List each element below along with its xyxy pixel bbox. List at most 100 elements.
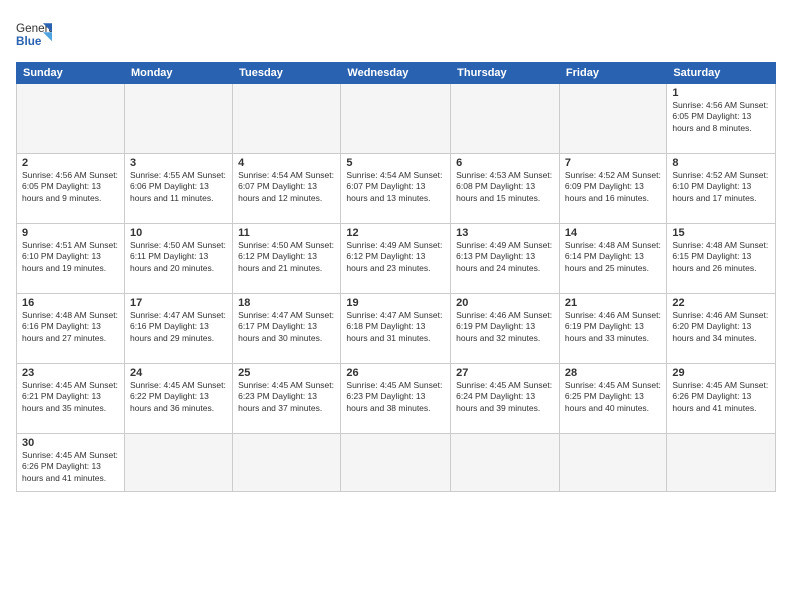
day-number: 14 <box>565 227 661 239</box>
calendar-cell: 15Sunrise: 4:48 AM Sunset: 6:15 PM Dayli… <box>667 224 776 294</box>
day-number: 9 <box>22 227 119 239</box>
calendar-cell: 27Sunrise: 4:45 AM Sunset: 6:24 PM Dayli… <box>451 364 560 434</box>
calendar-cell: 20Sunrise: 4:46 AM Sunset: 6:19 PM Dayli… <box>451 294 560 364</box>
calendar-cell <box>233 84 341 154</box>
day-info: Sunrise: 4:50 AM Sunset: 6:12 PM Dayligh… <box>238 240 335 274</box>
calendar-cell: 1Sunrise: 4:56 AM Sunset: 6:05 PM Daylig… <box>667 84 776 154</box>
day-number: 5 <box>346 157 445 169</box>
day-info: Sunrise: 4:47 AM Sunset: 6:17 PM Dayligh… <box>238 310 335 344</box>
weekday-header-tuesday: Tuesday <box>233 63 341 84</box>
calendar-cell: 26Sunrise: 4:45 AM Sunset: 6:23 PM Dayli… <box>341 364 451 434</box>
logo: General Blue <box>16 16 52 52</box>
day-number: 10 <box>130 227 227 239</box>
day-info: Sunrise: 4:45 AM Sunset: 6:23 PM Dayligh… <box>346 380 445 414</box>
day-info: Sunrise: 4:53 AM Sunset: 6:08 PM Dayligh… <box>456 170 554 204</box>
day-info: Sunrise: 4:45 AM Sunset: 6:26 PM Dayligh… <box>672 380 770 414</box>
calendar-cell: 29Sunrise: 4:45 AM Sunset: 6:26 PM Dayli… <box>667 364 776 434</box>
calendar-cell <box>341 434 451 492</box>
day-info: Sunrise: 4:52 AM Sunset: 6:10 PM Dayligh… <box>672 170 770 204</box>
calendar-table: SundayMondayTuesdayWednesdayThursdayFrid… <box>16 62 776 492</box>
day-number: 8 <box>672 157 770 169</box>
day-number: 17 <box>130 297 227 309</box>
calendar-cell <box>341 84 451 154</box>
day-number: 15 <box>672 227 770 239</box>
calendar-cell: 13Sunrise: 4:49 AM Sunset: 6:13 PM Dayli… <box>451 224 560 294</box>
day-info: Sunrise: 4:56 AM Sunset: 6:05 PM Dayligh… <box>672 100 770 134</box>
weekday-header-thursday: Thursday <box>451 63 560 84</box>
day-number: 26 <box>346 367 445 379</box>
week-row-1: 1Sunrise: 4:56 AM Sunset: 6:05 PM Daylig… <box>17 84 776 154</box>
calendar-cell: 4Sunrise: 4:54 AM Sunset: 6:07 PM Daylig… <box>233 154 341 224</box>
calendar-cell: 28Sunrise: 4:45 AM Sunset: 6:25 PM Dayli… <box>559 364 666 434</box>
calendar-cell: 14Sunrise: 4:48 AM Sunset: 6:14 PM Dayli… <box>559 224 666 294</box>
calendar-cell: 5Sunrise: 4:54 AM Sunset: 6:07 PM Daylig… <box>341 154 451 224</box>
day-number: 30 <box>22 437 119 449</box>
calendar-cell: 22Sunrise: 4:46 AM Sunset: 6:20 PM Dayli… <box>667 294 776 364</box>
calendar-cell <box>667 434 776 492</box>
day-number: 24 <box>130 367 227 379</box>
day-number: 22 <box>672 297 770 309</box>
calendar-cell: 12Sunrise: 4:49 AM Sunset: 6:12 PM Dayli… <box>341 224 451 294</box>
calendar-cell <box>559 434 666 492</box>
calendar-cell: 19Sunrise: 4:47 AM Sunset: 6:18 PM Dayli… <box>341 294 451 364</box>
calendar-cell <box>233 434 341 492</box>
day-info: Sunrise: 4:48 AM Sunset: 6:15 PM Dayligh… <box>672 240 770 274</box>
calendar-cell <box>124 434 232 492</box>
day-number: 1 <box>672 87 770 99</box>
generalblue-logo-icon: General Blue <box>16 16 52 52</box>
day-number: 16 <box>22 297 119 309</box>
header: General Blue <box>16 16 776 52</box>
day-info: Sunrise: 4:52 AM Sunset: 6:09 PM Dayligh… <box>565 170 661 204</box>
day-info: Sunrise: 4:46 AM Sunset: 6:20 PM Dayligh… <box>672 310 770 344</box>
week-row-5: 23Sunrise: 4:45 AM Sunset: 6:21 PM Dayli… <box>17 364 776 434</box>
day-number: 4 <box>238 157 335 169</box>
day-number: 6 <box>456 157 554 169</box>
weekday-header-row: SundayMondayTuesdayWednesdayThursdayFrid… <box>17 63 776 84</box>
calendar-cell: 2Sunrise: 4:56 AM Sunset: 6:05 PM Daylig… <box>17 154 125 224</box>
calendar-cell: 17Sunrise: 4:47 AM Sunset: 6:16 PM Dayli… <box>124 294 232 364</box>
calendar-cell: 21Sunrise: 4:46 AM Sunset: 6:19 PM Dayli… <box>559 294 666 364</box>
day-number: 27 <box>456 367 554 379</box>
day-info: Sunrise: 4:46 AM Sunset: 6:19 PM Dayligh… <box>456 310 554 344</box>
day-info: Sunrise: 4:54 AM Sunset: 6:07 PM Dayligh… <box>238 170 335 204</box>
calendar-cell: 30Sunrise: 4:45 AM Sunset: 6:26 PM Dayli… <box>17 434 125 492</box>
day-info: Sunrise: 4:49 AM Sunset: 6:12 PM Dayligh… <box>346 240 445 274</box>
day-number: 20 <box>456 297 554 309</box>
day-info: Sunrise: 4:45 AM Sunset: 6:24 PM Dayligh… <box>456 380 554 414</box>
week-row-3: 9Sunrise: 4:51 AM Sunset: 6:10 PM Daylig… <box>17 224 776 294</box>
week-row-4: 16Sunrise: 4:48 AM Sunset: 6:16 PM Dayli… <box>17 294 776 364</box>
day-info: Sunrise: 4:45 AM Sunset: 6:23 PM Dayligh… <box>238 380 335 414</box>
day-number: 11 <box>238 227 335 239</box>
day-info: Sunrise: 4:50 AM Sunset: 6:11 PM Dayligh… <box>130 240 227 274</box>
calendar-cell: 16Sunrise: 4:48 AM Sunset: 6:16 PM Dayli… <box>17 294 125 364</box>
calendar-cell: 24Sunrise: 4:45 AM Sunset: 6:22 PM Dayli… <box>124 364 232 434</box>
calendar-cell: 3Sunrise: 4:55 AM Sunset: 6:06 PM Daylig… <box>124 154 232 224</box>
day-info: Sunrise: 4:48 AM Sunset: 6:14 PM Dayligh… <box>565 240 661 274</box>
calendar-cell <box>124 84 232 154</box>
day-number: 19 <box>346 297 445 309</box>
week-row-6: 30Sunrise: 4:45 AM Sunset: 6:26 PM Dayli… <box>17 434 776 492</box>
day-info: Sunrise: 4:51 AM Sunset: 6:10 PM Dayligh… <box>22 240 119 274</box>
day-number: 23 <box>22 367 119 379</box>
calendar-cell <box>17 84 125 154</box>
calendar-cell <box>559 84 666 154</box>
day-number: 28 <box>565 367 661 379</box>
day-info: Sunrise: 4:48 AM Sunset: 6:16 PM Dayligh… <box>22 310 119 344</box>
week-row-2: 2Sunrise: 4:56 AM Sunset: 6:05 PM Daylig… <box>17 154 776 224</box>
weekday-header-monday: Monday <box>124 63 232 84</box>
calendar-cell <box>451 84 560 154</box>
day-number: 7 <box>565 157 661 169</box>
page: General Blue SundayMondayTuesdayWednesda… <box>0 0 792 612</box>
weekday-header-sunday: Sunday <box>17 63 125 84</box>
weekday-header-saturday: Saturday <box>667 63 776 84</box>
day-info: Sunrise: 4:46 AM Sunset: 6:19 PM Dayligh… <box>565 310 661 344</box>
calendar-cell: 9Sunrise: 4:51 AM Sunset: 6:10 PM Daylig… <box>17 224 125 294</box>
calendar-cell: 7Sunrise: 4:52 AM Sunset: 6:09 PM Daylig… <box>559 154 666 224</box>
calendar-cell: 8Sunrise: 4:52 AM Sunset: 6:10 PM Daylig… <box>667 154 776 224</box>
day-info: Sunrise: 4:56 AM Sunset: 6:05 PM Dayligh… <box>22 170 119 204</box>
day-info: Sunrise: 4:45 AM Sunset: 6:21 PM Dayligh… <box>22 380 119 414</box>
day-info: Sunrise: 4:45 AM Sunset: 6:22 PM Dayligh… <box>130 380 227 414</box>
day-number: 18 <box>238 297 335 309</box>
day-number: 13 <box>456 227 554 239</box>
day-number: 21 <box>565 297 661 309</box>
